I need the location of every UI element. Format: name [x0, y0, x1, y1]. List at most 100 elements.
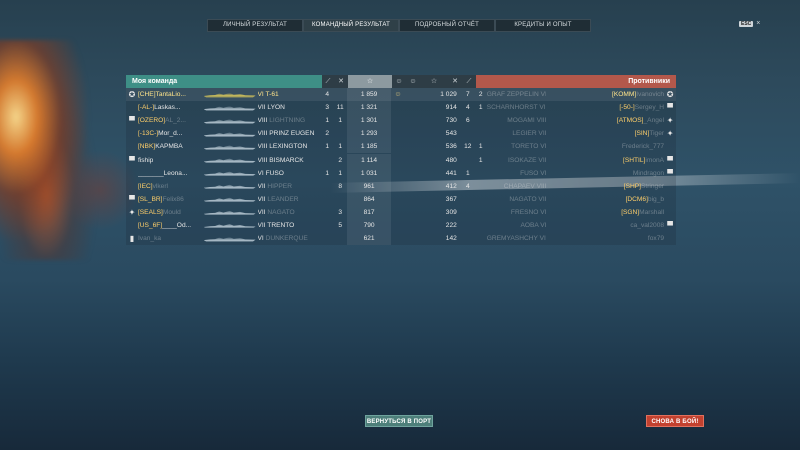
enemy-ship-name: ISOKAZE VII: [487, 157, 547, 164]
nickname: Ivan_ka: [137, 235, 162, 243]
player-name: [-13C-]Mor_d...: [138, 130, 202, 137]
tab-team-result[interactable]: КОМАНДНЫЙ РЕЗУЛЬТАТ: [303, 19, 399, 32]
ship-name: VIII LIGHTNING: [258, 117, 322, 124]
table-row[interactable]: _______Leona... VI FUSŌ 1 1 1 031 441 1 FUSŌ VI…: [126, 166, 676, 180]
battle-again-button[interactable]: СНОВА В БОЙ!: [646, 415, 704, 427]
enemy-ship-type-name: NAGATO: [509, 195, 537, 203]
enemy-kills-column-icon[interactable]: ⟋: [462, 75, 476, 88]
enemy-ship-silhouette-icon: [546, 104, 602, 112]
planes-column-icon[interactable]: ✕: [334, 75, 348, 88]
ship-name: VI T-61: [258, 91, 322, 98]
enemy-ship-name: MOGAMI VIII: [487, 117, 546, 124]
kills-value: 1: [325, 169, 330, 177]
badge-column-icon[interactable]: ☺: [392, 75, 406, 88]
enemy-badge-column-icon[interactable]: ☺: [406, 75, 420, 88]
planes-value: 8: [338, 182, 343, 190]
ship-name: VII LYON: [258, 104, 322, 111]
nickname: ____Od...: [162, 221, 192, 229]
ship-name: VIII BISMARCK: [258, 157, 322, 164]
ship-name: VII LEANDER: [258, 196, 322, 203]
enemy-ship-silhouette-icon: [546, 221, 602, 229]
xp-value: 1 293: [347, 127, 392, 141]
table-row[interactable]: [-13C-]Mor_d... VIII PRINZ EUGEN 2 1 293 543…: [126, 127, 676, 141]
enemy-xp-value: 309: [445, 208, 457, 216]
table-row[interactable]: ✪ [CHE]TantaLio... VI T-61 4 1 859 ☺ 1 029 7 2 GR…: [126, 88, 676, 102]
enemy-nickname: ca_val2008: [630, 221, 665, 229]
clan-tag: [US_6F]: [137, 221, 163, 229]
enemy-clan-tag: [ATMOS]: [616, 117, 644, 125]
table-row[interactable]: [US_6F]____Od... VII TRENTO 5 790 222 AOBA VI…: [126, 218, 676, 232]
ship-type-name: PRINZ EUGEN: [269, 130, 315, 138]
table-row[interactable]: [NBK]KAPMBA VIII LEXINGTON 1 1 1 185 536 12 1 TO…: [126, 140, 676, 154]
table-row[interactable]: ▮ Ivan_ka VI DUNKERQUE 621 142 GREMYASHCHY VI…: [126, 232, 676, 246]
table-row[interactable]: [-AL-]Laskas... VII LYON 3 11 1 321 914 4 1 SCHA…: [126, 101, 676, 115]
enemy-ship-tier: VII: [538, 130, 547, 138]
enemy-ship-name: CHAPAEV VIII: [487, 183, 547, 190]
tab-personal-result[interactable]: ЛИЧНЫЙ РЕЗУЛЬТАТ: [207, 19, 303, 32]
enemy-player-name: [SGN]Marshall: [602, 209, 664, 216]
clan-tag: [SL_BR]: [137, 195, 163, 203]
player-name: [US_6F]____Od...: [138, 222, 202, 229]
table-row[interactable]: [IEC]vlkerl VII HIPPER 8 961 412 4 CHAPAEV VII…: [126, 179, 676, 193]
table-row[interactable]: ▀ [SL_BR]Felix86 VII LEANDER 864 367 NAGATO V…: [126, 192, 676, 206]
ship-silhouette-icon: [202, 143, 258, 151]
enemy-player-name: [-50-]Sergey_H: [602, 104, 664, 111]
enemy-xp-value: 367: [445, 195, 457, 203]
enemy-xp-column-icon[interactable]: ☆: [420, 75, 448, 88]
ship-tier: VI: [257, 169, 264, 177]
enemy-ship-type-name: FUSŌ: [520, 169, 539, 177]
ship-silhouette-icon: [202, 117, 258, 125]
table-row[interactable]: ✦ [SEALS]Mould VII NAGATO 3 817 309 FRESNO VI […: [126, 205, 676, 219]
enemy-planes-value: 1: [465, 169, 470, 177]
ship-type-name: TRENTO: [267, 221, 295, 229]
enemy-planes-column-icon[interactable]: ✕: [448, 75, 462, 88]
ship-tier: VI: [257, 91, 264, 99]
team-results-table: Моя команда ⟋ ✕ ☆ ☺ ☺ ☆ ✕ ⟋ Противники ✪…: [126, 75, 676, 246]
enemy-ship-name: NAGATO VII: [487, 195, 546, 203]
xp-column-icon[interactable]: ☆: [348, 75, 392, 88]
return-to-port-button[interactable]: ВЕРНУТЬСЯ В ПОРТ: [365, 415, 433, 427]
xp-value: 1 321: [347, 101, 392, 115]
enemy-ship-name: FRESNO VI: [487, 209, 547, 216]
enemy-nickname: Stringer: [640, 182, 665, 190]
player-medal-icon: ✪: [128, 90, 136, 100]
xp-value: 817: [347, 205, 392, 219]
enemy-ship-silhouette-icon: [546, 235, 602, 243]
enemy-clan-tag: [SHP]: [623, 182, 641, 190]
planes-value: 1: [338, 117, 343, 125]
enemy-xp-value: 543: [445, 130, 457, 138]
ship-tier: VII: [257, 208, 266, 216]
esc-close[interactable]: ESC ×: [739, 20, 760, 27]
ship-silhouette-icon: [202, 169, 258, 177]
clan-tag: [IEC]: [137, 182, 153, 190]
nickname: AL_2...: [165, 117, 186, 125]
enemy-ship-type-name: CHAPAEV: [503, 182, 535, 190]
enemy-nickname: Tiger: [649, 130, 665, 138]
enemy-clan-tag: [SIN]: [634, 130, 650, 138]
enemy-ship-silhouette-icon: [546, 208, 602, 216]
ship-type-name: DUNKERQUE: [265, 235, 308, 243]
enemy-clan-tag: [DCM6]: [625, 195, 648, 203]
close-icon[interactable]: ×: [756, 20, 760, 27]
planes-value: 1: [338, 169, 343, 177]
kills-column-icon[interactable]: ⟋: [322, 75, 334, 88]
enemy-ship-tier: VIII: [536, 182, 547, 190]
enemies-header: Противники: [476, 75, 676, 88]
ship-name: VI DUNKERQUE: [258, 235, 322, 242]
my-team-header: Моя команда: [126, 75, 322, 88]
xp-value: 1 185: [347, 140, 392, 154]
tab-credits-xp[interactable]: КРЕДИТЫ И ОПЫТ: [495, 19, 591, 32]
table-row[interactable]: ▀ fiship VIII BISMARCK 2 1 114 480 1 ISOKAZE VI…: [126, 153, 676, 167]
ship-type-name: NAGATO: [267, 208, 295, 216]
kills-value: 1: [325, 117, 330, 125]
enemy-ship-type-name: GRAF ZEPPELIN: [486, 91, 539, 99]
enemy-xp-value: 730: [445, 117, 457, 125]
xp-value: 1 031: [347, 166, 392, 180]
nickname: Mor_d...: [158, 130, 183, 138]
tab-detailed-report[interactable]: ПОДРОБНЫЙ ОТЧЁТ: [399, 19, 495, 32]
table-row[interactable]: ▀ [OZERO]AL_2... VIII LIGHTNING 1 1 1 301 730 6…: [126, 114, 676, 128]
player-medal-icon: ✦: [128, 207, 136, 217]
badge-icon: ☺: [394, 91, 402, 99]
enemy-ship-name: FUSŌ VI: [487, 169, 546, 177]
enemy-medal-icon: ✪: [666, 90, 674, 100]
